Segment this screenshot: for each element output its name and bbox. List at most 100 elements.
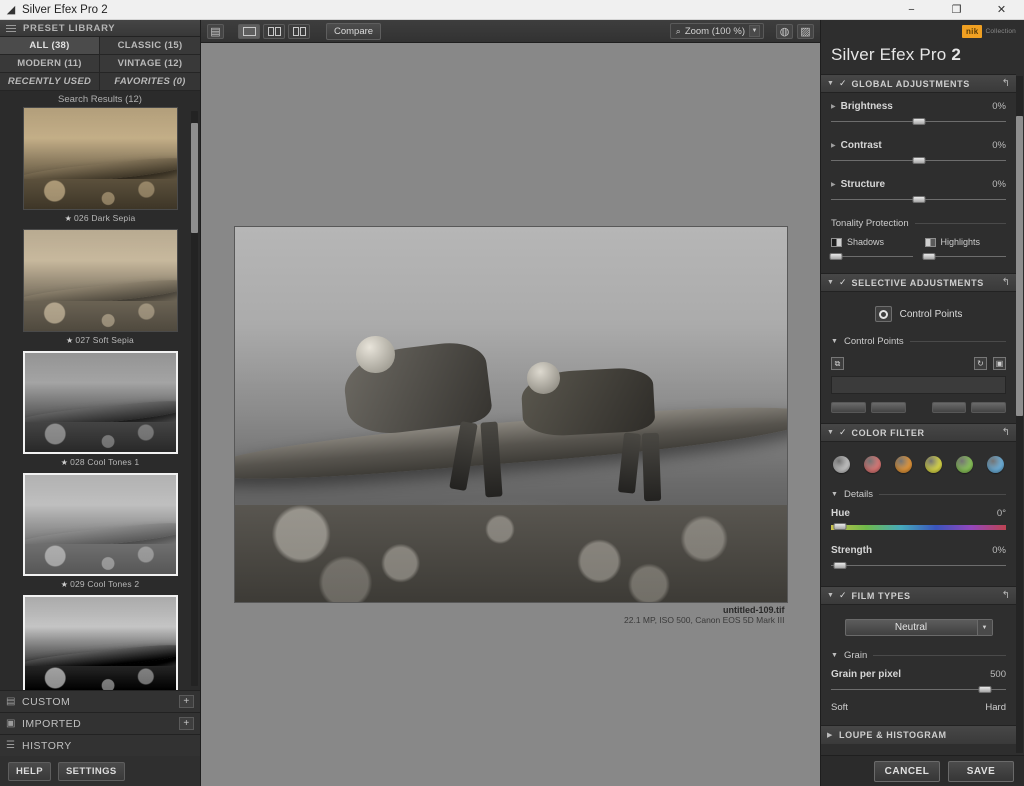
slider-structure[interactable]: ▶ Structure 0% [831,179,1006,206]
swatch-neutral[interactable] [833,456,850,473]
tab-favorites[interactable]: FAVORITES (0) [100,73,200,91]
preset-thumbnail[interactable] [22,229,178,332]
section-enabled-checkbox[interactable]: ✓ [839,78,847,89]
slider-track[interactable] [829,251,913,263]
sidebar-item-imported[interactable]: ▣ IMPORTED + [0,712,200,734]
sidebar-item-custom[interactable]: ▤ CUSTOM + [0,690,200,712]
slider-knob[interactable] [833,523,847,530]
compare-button[interactable]: Compare [326,22,382,40]
preset-item-029[interactable]: ★ 029 Cool Tones 2 [8,473,192,591]
chevron-down-icon[interactable]: ▼ [827,80,834,87]
preset-item-026[interactable]: ★ 026 Dark Sepia [8,107,192,225]
chevron-down-icon[interactable]: ▼ [831,491,838,498]
slider-knob[interactable] [922,253,936,260]
control-point-action-1[interactable] [831,402,866,413]
section-global-adjustments[interactable]: ▼ ✓ GLOBAL ADJUSTMENTS ↰ [821,74,1016,93]
preset-list-scrollbar[interactable] [191,111,198,686]
duplicate-control-point-icon[interactable]: ⧉ [831,357,844,370]
slider-track[interactable] [831,684,1006,696]
swatch-blue[interactable] [986,456,1004,473]
settings-button[interactable]: SETTINGS [57,761,125,781]
reset-arrow-icon[interactable]: ↰ [1002,590,1010,601]
reset-arrow-icon[interactable]: ↰ [1002,427,1010,438]
chevron-right-icon[interactable]: ▶ [831,103,836,110]
slider-knob[interactable] [912,118,925,125]
tab-vintage[interactable]: VINTAGE (12) [100,55,200,73]
group-control-points-icon[interactable]: ▣ [993,357,1006,370]
preset-list[interactable]: ★ 026 Dark Sepia ★ 027 Soft Sepia ★ 028 Coo… [0,107,200,690]
maximize-button[interactable]: ❐ [934,0,979,20]
slider-brightness[interactable]: ▶ Brightness 0% [831,101,1006,128]
slider-contrast[interactable]: ▶ Contrast 0% [831,140,1006,167]
swatch-green[interactable] [956,456,974,473]
tab-recently-used[interactable]: RECENTLY USED [0,73,100,91]
slider-shadows[interactable]: Shadows [829,237,913,263]
slider-grain-per-pixel[interactable]: Grain per pixel 500 Soft Hard [831,669,1006,713]
hue-slider-track[interactable] [831,522,1006,533]
section-enabled-checkbox[interactable]: ✓ [839,427,847,438]
histogram-toggle-icon[interactable]: ▨ [797,23,814,39]
chevron-down-icon[interactable]: ▼ [827,279,834,286]
swatch-orange[interactable] [894,456,912,473]
preset-item-027[interactable]: ★ 027 Soft Sepia [8,229,192,347]
single-view-icon[interactable] [238,23,260,39]
slider-knob[interactable] [978,686,992,693]
preset-thumbnail[interactable] [22,595,178,690]
split-view-icon[interactable] [263,23,285,39]
control-point-icon[interactable] [874,306,892,322]
slider-track[interactable] [831,116,1006,128]
slider-knob[interactable] [912,157,925,164]
control-points-list[interactable] [831,376,1006,394]
swatch-red[interactable] [863,456,881,473]
add-imported-preset-button[interactable]: + [179,717,194,730]
minimize-button[interactable]: − [889,0,934,20]
slider-highlights[interactable]: Highlights [922,237,1006,263]
control-point-action-2[interactable] [870,402,906,413]
slider-hue[interactable]: Hue 0° [831,508,1006,533]
slider-knob[interactable] [829,253,843,260]
preset-thumbnail[interactable] [22,473,178,576]
help-button[interactable]: HELP [8,761,51,781]
section-selective-adjustments[interactable]: ▼ ✓ SELECTIVE ADJUSTMENTS ↰ [821,273,1016,292]
section-enabled-checkbox[interactable]: ✓ [839,590,847,601]
chevron-down-icon[interactable]: ▼ [827,429,834,436]
chevron-down-icon[interactable]: ▼ [827,592,834,599]
chevron-down-icon[interactable]: ▼ [831,338,838,345]
slider-track[interactable] [831,194,1006,206]
slider-track[interactable] [831,155,1006,167]
preview-image[interactable] [234,227,787,602]
tab-all[interactable]: ALL (38) [0,37,100,55]
preset-thumbnail[interactable] [22,107,178,210]
zoom-control[interactable]: ⌕ Zoom (100 %) ▼ [669,23,764,39]
section-loupe-histogram[interactable]: ▶ LOUPE & HISTOGRAM [821,725,1016,744]
sidebar-item-history[interactable]: ☰ HISTORY [0,734,200,756]
control-point-action-3[interactable] [931,402,967,413]
slider-knob[interactable] [833,562,847,569]
cancel-button[interactable]: CANCEL [874,760,940,782]
section-film-types[interactable]: ▼ ✓ FILM TYPES ↰ [821,586,1016,605]
section-color-filter[interactable]: ▼ ✓ COLOR FILTER ↰ [821,423,1016,442]
chevron-right-icon[interactable]: ▶ [831,181,836,188]
section-enabled-checkbox[interactable]: ✓ [839,277,847,288]
preset-thumbnail[interactable] [22,351,178,454]
slider-track[interactable] [831,560,1006,572]
side-by-side-view-icon[interactable] [288,23,310,39]
add-custom-preset-button[interactable]: + [179,695,194,708]
close-button[interactable]: ✕ [979,0,1024,20]
film-type-select[interactable]: Neutral ▼ [844,619,993,636]
preset-item-028[interactable]: ★ 028 Cool Tones 1 [8,351,192,469]
loupe-toggle-icon[interactable]: ◍ [776,23,793,39]
tab-classic[interactable]: CLASSIC (15) [100,37,200,55]
slider-knob[interactable] [912,196,925,203]
slider-strength[interactable]: Strength 0% [831,545,1006,572]
swatch-yellow[interactable] [925,456,943,473]
scrollbar-thumb[interactable] [1016,116,1023,416]
chevron-right-icon[interactable]: ▶ [831,142,836,149]
panel-toggle-icon[interactable]: ▤ [207,23,224,39]
tab-modern[interactable]: MODERN (11) [0,55,100,73]
chevron-right-icon[interactable]: ▶ [827,731,834,739]
reset-arrow-icon[interactable]: ↰ [1002,78,1010,89]
reset-control-points-icon[interactable]: ↻ [974,357,987,370]
hamburger-icon[interactable] [6,24,16,32]
chevron-down-icon[interactable]: ▼ [749,25,760,37]
